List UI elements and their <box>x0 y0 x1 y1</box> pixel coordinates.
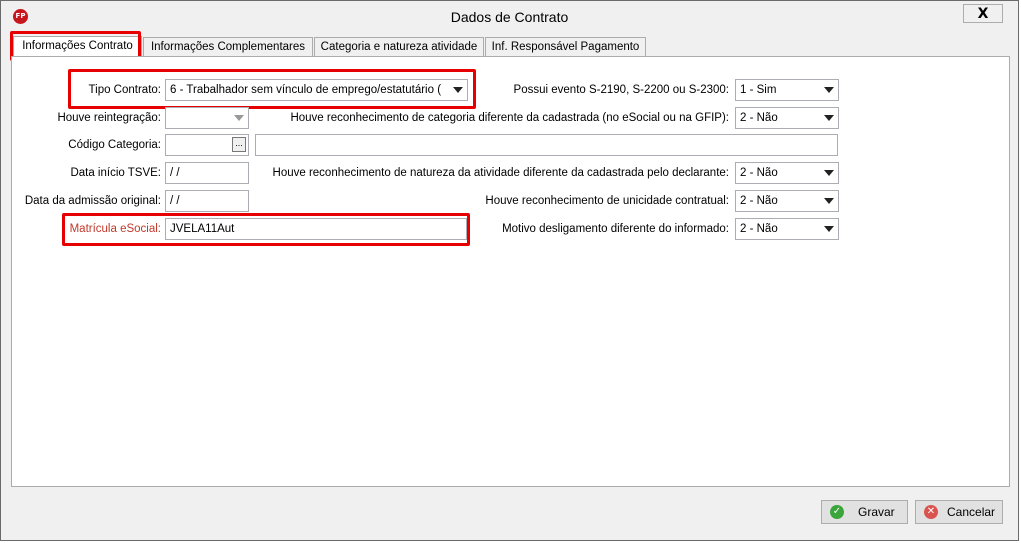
title-bar: FP Dados de Contrato X <box>1 1 1018 31</box>
gravar-label: Gravar <box>858 505 895 519</box>
chevron-down-icon <box>234 115 244 121</box>
cancelar-button[interactable]: ✕ Cancelar <box>915 500 1003 524</box>
reconhecimento-unicidade-select[interactable]: 2 - Não <box>735 190 839 212</box>
reconhecimento-natureza-value: 2 - Não <box>740 167 778 179</box>
codigo-categoria-input[interactable]: ... <box>165 134 249 156</box>
data-inicio-tsve-input[interactable]: / / <box>165 162 249 184</box>
window-title: Dados de Contrato <box>450 9 569 25</box>
cancelar-label: Cancelar <box>947 505 996 519</box>
data-admissao-original-label: Data da admissão original: <box>24 195 161 207</box>
chevron-down-icon <box>824 87 834 93</box>
categoria-description-field <box>255 134 838 156</box>
reconhecimento-categoria-select[interactable]: 2 - Não <box>735 107 839 129</box>
houve-reintegracao-label: Houve reintegração: <box>57 112 161 124</box>
houve-reintegracao-select[interactable] <box>165 107 249 129</box>
possui-evento-label: Possui evento S-2190, S-2200 ou S-2300: <box>513 84 729 96</box>
codigo-categoria-label: Código Categoria: <box>68 139 161 151</box>
data-inicio-tsve-label: Data início TSVE: <box>70 167 161 179</box>
reconhecimento-natureza-select[interactable]: 2 - Não <box>735 162 839 184</box>
check-icon: ✓ <box>830 505 844 519</box>
reconhecimento-categoria-value: 2 - Não <box>740 112 778 124</box>
possui-evento-value: 1 - Sim <box>740 84 777 96</box>
possui-evento-select[interactable]: 1 - Sim <box>735 79 839 101</box>
matricula-highlight <box>62 213 470 246</box>
reconhecimento-unicidade-value: 2 - Não <box>740 195 778 207</box>
tipo-contrato-highlight <box>68 69 476 109</box>
tab-categoria-natureza[interactable]: Categoria e natureza atividade <box>314 37 484 57</box>
chevron-down-icon <box>824 198 834 204</box>
reconhecimento-natureza-label: Houve reconhecimento de natureza da ativ… <box>272 167 729 179</box>
reconhecimento-categoria-label: Houve reconhecimento de categoria difere… <box>290 112 729 124</box>
chevron-down-icon <box>824 226 834 232</box>
cancel-icon: ✕ <box>924 505 938 519</box>
close-button[interactable]: X <box>963 4 1003 23</box>
tab-inf-responsavel-pagamento[interactable]: Inf. Responsável Pagamento <box>485 37 646 57</box>
motivo-desligamento-value: 2 - Não <box>740 223 778 235</box>
lookup-button[interactable]: ... <box>232 137 246 152</box>
motivo-desligamento-select[interactable]: 2 - Não <box>735 218 839 240</box>
data-admissao-original-input[interactable]: / / <box>165 190 249 212</box>
tab-informacoes-complementares[interactable]: Informações Complementares <box>143 37 313 57</box>
chevron-down-icon <box>824 115 834 121</box>
reconhecimento-unicidade-label: Houve reconhecimento de unicidade contra… <box>485 195 729 207</box>
chevron-down-icon <box>824 170 834 176</box>
motivo-desligamento-label: Motivo desligamento diferente do informa… <box>502 223 729 235</box>
gravar-button[interactable]: ✓ Gravar <box>821 500 908 524</box>
